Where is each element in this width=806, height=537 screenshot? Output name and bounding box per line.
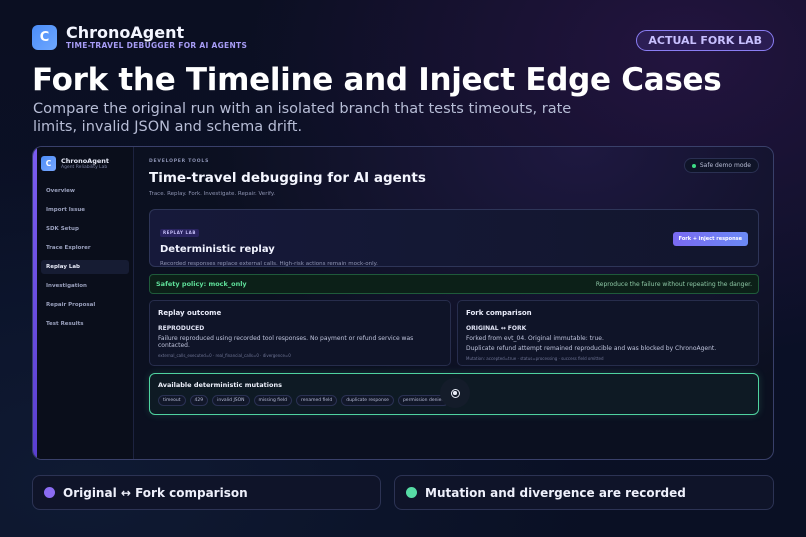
brand-tagline: TIME-TRAVEL DEBUGGER FOR AI AGENTS xyxy=(66,41,248,50)
replay-outcome-text: Failure reproduced using recorded tool r… xyxy=(158,335,414,349)
green-dot-icon xyxy=(406,487,417,498)
feature-mutation-divergence: Mutation and divergence are recorded xyxy=(394,475,774,510)
fork-comparison-line-2: Duplicate refund attempt remained reprod… xyxy=(466,345,717,352)
sidebar: C ChronoAgent Agent Reliability Lab Over… xyxy=(37,147,134,459)
mutations-card: Available deterministic mutations timeou… xyxy=(149,373,759,415)
sidebar-app-sub: Agent Reliability Lab xyxy=(61,165,108,170)
replay-outcome-status: REPRODUCED xyxy=(158,325,205,332)
brand-header: C ChronoAgent TIME-TRAVEL DEBUGGER FOR A… xyxy=(32,24,247,50)
sidebar-item-trace-explorer[interactable]: Trace Explorer xyxy=(41,241,129,255)
main-content: DEVELOPER TOOLS Time-travel debugging fo… xyxy=(134,147,773,459)
sidebar-item-repair-proposal[interactable]: Repair Proposal xyxy=(41,298,129,312)
fork-comparison-meta: Mutation: accepted=true · status=process… xyxy=(466,356,604,361)
mutation-tag-timeout[interactable]: timeout xyxy=(158,395,186,406)
mutation-tag-invalid-json[interactable]: invalid JSON xyxy=(212,395,250,406)
sidebar-item-investigation[interactable]: Investigation xyxy=(41,279,129,293)
status-dot-icon xyxy=(691,163,696,168)
mutation-tag-missing-field[interactable]: missing field xyxy=(253,395,292,406)
target-icon xyxy=(440,378,470,408)
feature-original-fork-comparison: Original ↔ Fork comparison xyxy=(32,475,381,510)
brand-name: ChronoAgent xyxy=(66,23,185,42)
sidebar-item-sdk-setup[interactable]: SDK Setup xyxy=(41,222,129,236)
page-subtitle: Trace. Replay. Fork. Investigate. Repair… xyxy=(149,191,276,197)
sidebar-item-test-results[interactable]: Test Results xyxy=(41,317,129,331)
safe-mode-label: Safe demo mode xyxy=(699,162,751,169)
feature-label: Mutation and divergence are recorded xyxy=(425,485,686,500)
safety-policy-bar: Safety policy: mock_only Reproduce the f… xyxy=(149,274,759,294)
mutation-tag-429[interactable]: 429 xyxy=(189,395,209,406)
replay-outcome-card: Replay outcome REPRODUCED Failure reprod… xyxy=(149,300,451,366)
actual-fork-lab-badge: ACTUAL FORK LAB xyxy=(636,30,774,51)
replay-lab-chip: REPLAY LAB xyxy=(160,228,199,237)
hero-title: Fork the Timeline and Inject Edge Cases xyxy=(32,62,722,98)
safety-policy-label: Safety policy: mock_only xyxy=(156,280,247,288)
replay-card: REPLAY LAB Deterministic replay Recorded… xyxy=(149,209,759,267)
mutation-tag-duplicate-response[interactable]: duplicate response xyxy=(341,395,394,406)
sidebar-item-replay-lab[interactable]: Replay Lab xyxy=(41,260,129,274)
replay-description: Recorded responses replace external call… xyxy=(160,261,378,267)
hero-subtitle: Compare the original run with an isolate… xyxy=(33,101,572,135)
mutation-tag-renamed-field[interactable]: renamed field xyxy=(295,395,338,406)
sidebar-brand: C ChronoAgent Agent Reliability Lab xyxy=(41,156,129,171)
replay-title: Deterministic replay xyxy=(160,244,275,255)
fork-inject-button[interactable]: Fork + inject response xyxy=(672,232,748,246)
sidebar-app-name: ChronoAgent xyxy=(61,157,109,165)
page-title: Time-travel debugging for AI agents xyxy=(149,170,426,186)
fork-comparison-card: Fork comparison ORIGINAL ↔ FORK Forked f… xyxy=(457,300,759,366)
brand-logo: C xyxy=(32,24,57,50)
safe-mode-toggle[interactable]: Safe demo mode xyxy=(683,158,759,173)
replay-outcome-title: Replay outcome xyxy=(158,309,222,317)
sidebar-logo: C xyxy=(41,156,56,171)
sidebar-item-import-issue[interactable]: Import Issue xyxy=(41,203,129,217)
fork-comparison-status: ORIGINAL ↔ FORK xyxy=(466,325,527,332)
safety-policy-note: Reproduce the failure without repeating … xyxy=(595,280,752,288)
feature-label: Original ↔ Fork comparison xyxy=(63,485,248,500)
section-eyebrow: DEVELOPER TOOLS xyxy=(149,159,210,164)
replay-outcome-meta: external_calls_executed=0 · real_financi… xyxy=(158,353,291,358)
fork-comparison-line-1: Forked from evt_04. Original immutable: … xyxy=(466,335,604,342)
app-window: C ChronoAgent Agent Reliability Lab Over… xyxy=(32,146,774,460)
sidebar-item-overview[interactable]: Overview xyxy=(41,184,129,198)
fork-comparison-title: Fork comparison xyxy=(466,309,532,317)
purple-dot-icon xyxy=(44,487,55,498)
